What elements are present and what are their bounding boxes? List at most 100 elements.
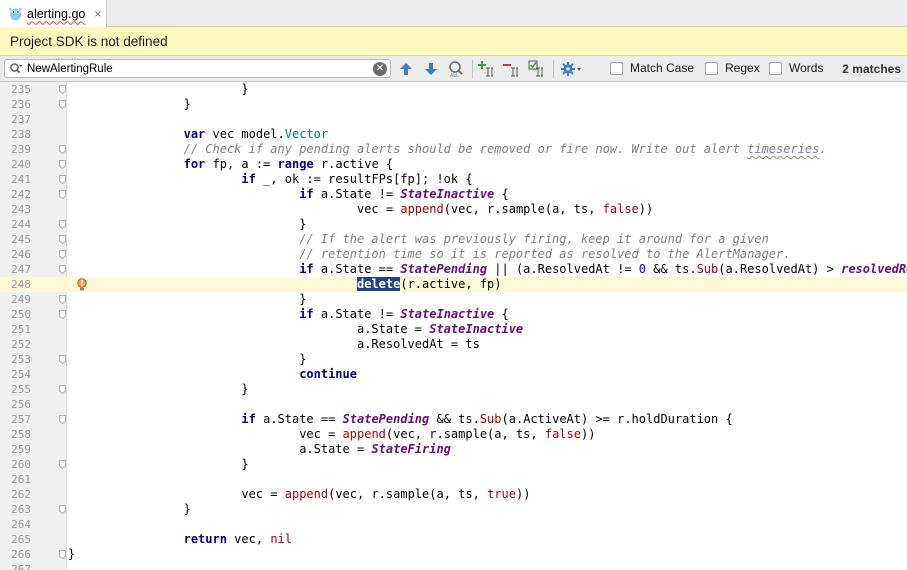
fold-marker-icon[interactable]	[59, 415, 66, 424]
previous-occurrence-button[interactable]	[396, 59, 416, 79]
search-history-icon[interactable]	[9, 62, 23, 76]
fold-marker-icon[interactable]	[59, 385, 66, 394]
code-line[interactable]: 253 }	[0, 352, 907, 367]
code-line[interactable]: 255 }	[0, 382, 907, 397]
code-line[interactable]: 242 if a.State != StateInactive {	[0, 187, 907, 202]
code-line[interactable]: 250 if a.State != StateInactive {	[0, 307, 907, 322]
code-line[interactable]: 239 // Check if any pending alerts shoul…	[0, 142, 907, 157]
line-number[interactable]: 259	[0, 442, 31, 457]
line-number[interactable]: 255	[0, 382, 31, 397]
regex-option[interactable]: Regex	[705, 61, 760, 75]
line-number[interactable]: 253	[0, 352, 31, 367]
line-number[interactable]: 266	[0, 547, 31, 562]
search-input[interactable]	[27, 61, 372, 76]
search-settings-button[interactable]	[558, 59, 584, 79]
select-all-occurrences-button[interactable]	[527, 59, 547, 79]
clear-search-icon[interactable]: ✕	[373, 62, 387, 76]
line-number[interactable]: 258	[0, 427, 31, 442]
code-line[interactable]: 251 a.State = StateInactive	[0, 322, 907, 337]
add-occurrence-button[interactable]	[477, 59, 497, 79]
code-line[interactable]: 235 }	[0, 82, 907, 97]
code-line[interactable]: 266}	[0, 547, 907, 562]
code-line[interactable]: 238 var vec model.Vector	[0, 127, 907, 142]
line-number[interactable]: 242	[0, 187, 31, 202]
regex-checkbox[interactable]	[705, 61, 718, 75]
line-number[interactable]: 237	[0, 112, 31, 127]
line-number[interactable]: 239	[0, 142, 31, 157]
code-line[interactable]: 257 if a.State == StatePending && ts.Sub…	[0, 412, 907, 427]
fold-marker-icon[interactable]	[59, 250, 66, 259]
tab-alerting-go[interactable]: alerting.go ×	[0, 0, 107, 27]
code-line[interactable]: 262 vec = append(vec, r.sample(a, ts, tr…	[0, 487, 907, 502]
fold-marker-icon[interactable]	[59, 295, 66, 304]
line-number[interactable]: 265	[0, 532, 31, 547]
match-case-option[interactable]: Match Case	[610, 61, 694, 75]
line-number[interactable]: 256	[0, 397, 31, 412]
code-line[interactable]: 247 if a.State == StatePending || (a.Res…	[0, 262, 907, 277]
code-line[interactable]: 245 // If the alert was previously firin…	[0, 232, 907, 247]
code-line[interactable]: 260 }	[0, 457, 907, 472]
line-number[interactable]: 248	[0, 277, 31, 292]
fold-marker-icon[interactable]	[59, 85, 66, 94]
code-line[interactable]: 241 if _, ok := resultFPs[fp]; !ok {	[0, 172, 907, 187]
line-number[interactable]: 261	[0, 472, 31, 487]
code-line[interactable]: 254 continue	[0, 367, 907, 382]
code-line[interactable]: 256	[0, 397, 907, 412]
close-icon[interactable]: ×	[94, 7, 101, 21]
fold-marker-icon[interactable]	[59, 235, 66, 244]
line-number[interactable]: 247	[0, 262, 31, 277]
line-number[interactable]: 250	[0, 307, 31, 322]
fold-marker-icon[interactable]	[59, 550, 66, 559]
fold-marker-icon[interactable]	[59, 100, 66, 109]
fold-marker-icon[interactable]	[59, 175, 66, 184]
code-line[interactable]: 237	[0, 112, 907, 127]
find-all-button[interactable]: ALL	[446, 59, 466, 79]
code-line[interactable]: 249 }	[0, 292, 907, 307]
fold-marker-icon[interactable]	[59, 265, 66, 274]
next-occurrence-button[interactable]	[421, 59, 441, 79]
fold-marker-icon[interactable]	[59, 355, 66, 364]
remove-occurrence-button[interactable]	[502, 59, 522, 79]
fold-marker-icon[interactable]	[59, 505, 66, 514]
fold-marker-icon[interactable]	[59, 460, 66, 469]
line-number[interactable]: 245	[0, 232, 31, 247]
line-number[interactable]: 252	[0, 337, 31, 352]
code-line[interactable]: 244 }	[0, 217, 907, 232]
words-option[interactable]: Words	[769, 61, 823, 75]
line-number[interactable]: 254	[0, 367, 31, 382]
line-number[interactable]: 235	[0, 82, 31, 97]
code-line[interactable]: 267	[0, 562, 907, 570]
line-number[interactable]: 264	[0, 517, 31, 532]
fold-marker-icon[interactable]	[59, 220, 66, 229]
line-number[interactable]: 241	[0, 172, 31, 187]
code-line[interactable]: 264	[0, 517, 907, 532]
match-case-checkbox[interactable]	[610, 61, 623, 75]
code-line[interactable]: 246 // retention time so it is reported …	[0, 247, 907, 262]
fold-marker-icon[interactable]	[59, 160, 66, 169]
code-line[interactable]: 252 a.ResolvedAt = ts	[0, 337, 907, 352]
fold-marker-icon[interactable]	[59, 145, 66, 154]
line-number[interactable]: 236	[0, 97, 31, 112]
code-line[interactable]: 243 vec = append(vec, r.sample(a, ts, fa…	[0, 202, 907, 217]
line-number[interactable]: 257	[0, 412, 31, 427]
code-line[interactable]: 265 return vec, nil	[0, 532, 907, 547]
code-line[interactable]: 240 for fp, a := range r.active {	[0, 157, 907, 172]
code-line[interactable]: 261	[0, 472, 907, 487]
line-number[interactable]: 244	[0, 217, 31, 232]
line-number[interactable]: 262	[0, 487, 31, 502]
words-checkbox[interactable]	[769, 61, 782, 75]
code-editor[interactable]: 235 } 236 } 237 238 var vec model.Vector 239…	[0, 82, 907, 570]
line-number[interactable]: 267	[0, 562, 31, 570]
code-line[interactable]: 263 }	[0, 502, 907, 517]
line-number[interactable]: 238	[0, 127, 31, 142]
code-line[interactable]: 236 }	[0, 97, 907, 112]
line-number[interactable]: 243	[0, 202, 31, 217]
fold-marker-icon[interactable]	[59, 310, 66, 319]
line-number[interactable]: 249	[0, 292, 31, 307]
line-number[interactable]: 246	[0, 247, 31, 262]
line-number[interactable]: 251	[0, 322, 31, 337]
line-number[interactable]: 260	[0, 457, 31, 472]
code-line[interactable]: 258 vec = append(vec, r.sample(a, ts, fa…	[0, 427, 907, 442]
line-number[interactable]: 240	[0, 157, 31, 172]
fold-marker-icon[interactable]	[59, 190, 66, 199]
